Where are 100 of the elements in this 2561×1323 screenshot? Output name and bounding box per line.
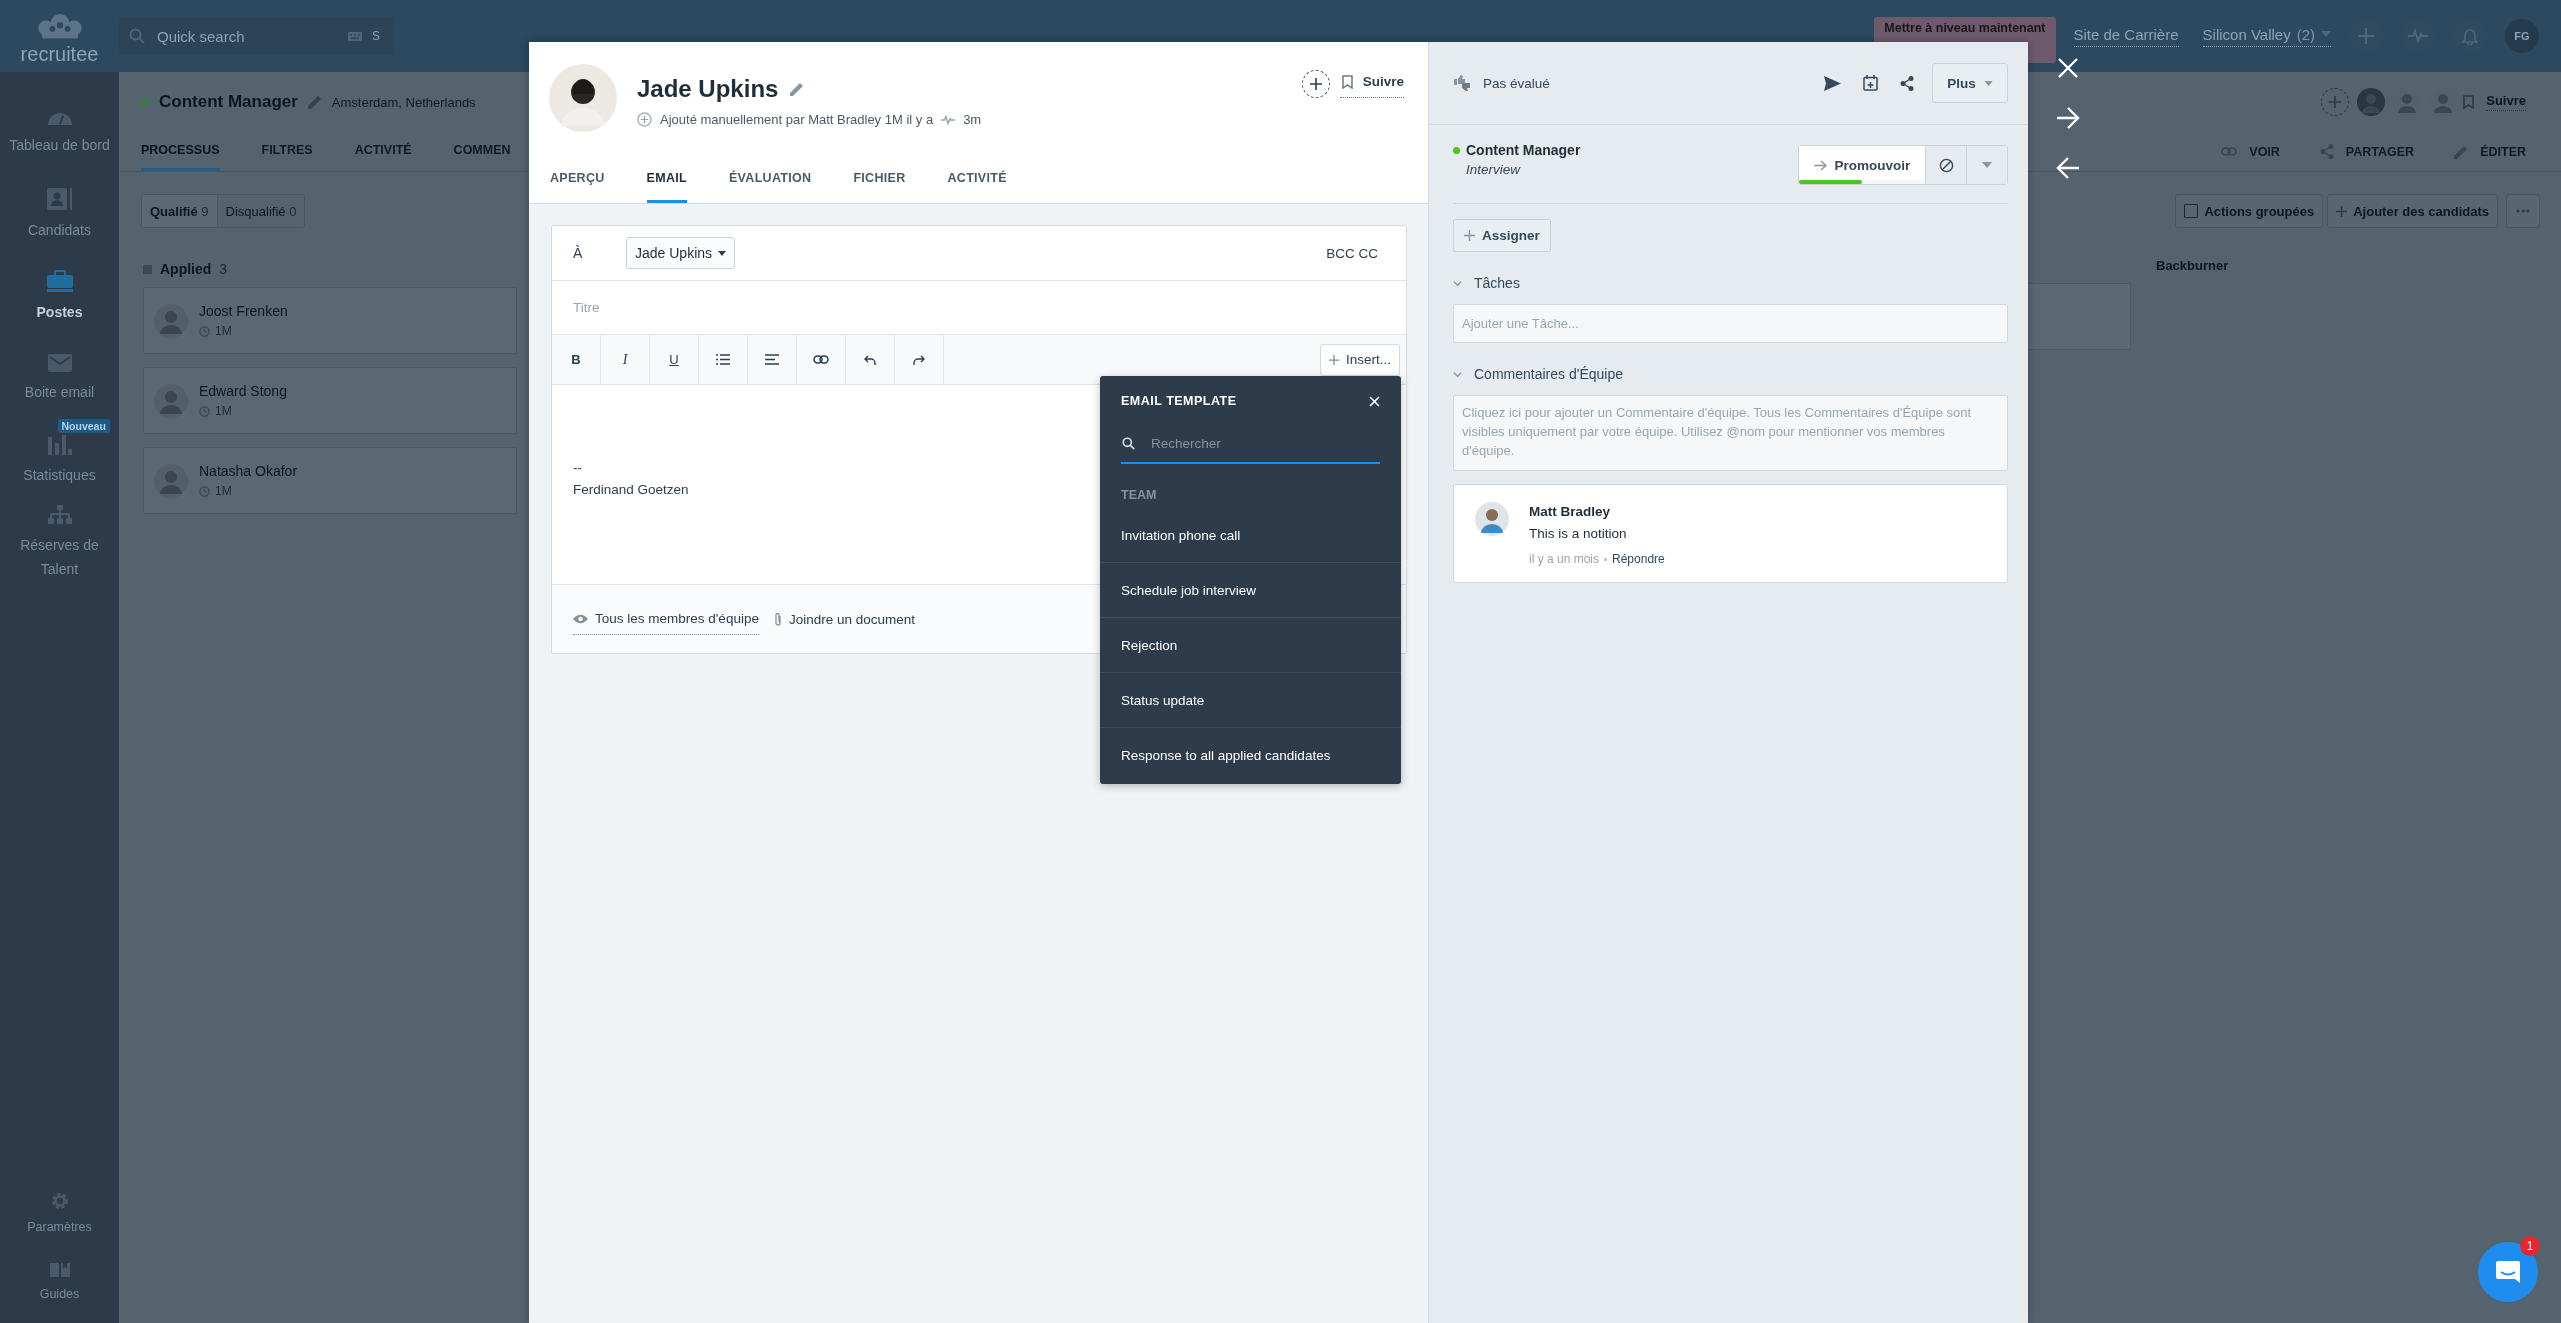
user-avatar[interactable]: FG [2505, 19, 2539, 53]
bcc-cc-link[interactable]: BCC CC [1326, 245, 1378, 261]
follow-link[interactable]: Suivre [1339, 70, 1404, 98]
task-field[interactable]: Ajouter une Tâche... [1453, 304, 2008, 343]
chevron-icon [1453, 369, 1462, 379]
plus-icon [2336, 205, 2348, 217]
stage-name: Applied [160, 261, 212, 277]
redo-icon [913, 354, 925, 365]
stage-color-square [143, 264, 152, 274]
menu-item[interactable]: Rejection [1100, 618, 1401, 673]
ban-icon [1938, 157, 1954, 173]
avatar [2357, 88, 2386, 116]
envelope-icon [47, 354, 72, 372]
plus-icon [1464, 230, 1475, 241]
more-dropdown[interactable]: Plus [1932, 63, 2008, 103]
send-icon[interactable] [1824, 75, 1841, 91]
bookmark-icon [2463, 95, 2475, 109]
menu-item[interactable]: Invitation phone call [1100, 508, 1401, 563]
paperclip-icon [773, 611, 782, 627]
promote-button[interactable]: Promouvoir [1799, 146, 1925, 184]
bell-icon [2462, 27, 2478, 45]
plus-icon [2329, 96, 2342, 108]
company-switcher[interactable]: Silicon Valley (2) [2202, 25, 2331, 47]
avatar [154, 383, 188, 418]
caret-icon [2321, 31, 2331, 37]
plus-circle-icon [637, 112, 652, 127]
chat-icon [2495, 1259, 2521, 1285]
more-icon [2516, 209, 2530, 213]
arrow-right-icon [1813, 159, 1827, 171]
format-button[interactable]: I [601, 335, 650, 384]
search-bar[interactable]: Rechercher [1121, 424, 1380, 464]
tab[interactable]: FICHIER [853, 155, 906, 203]
stage-name: Backburner [2156, 258, 2229, 274]
arrow-right-icon[interactable] [2056, 107, 2080, 129]
close-icon[interactable] [1369, 395, 1380, 407]
source-text: Ajouté manuellement par Matt Bradley 1M il y a [660, 112, 934, 127]
candidate-age: 1M [215, 484, 232, 498]
tab[interactable]: ACTIVITÉ [947, 155, 1007, 203]
format-button[interactable]: B [552, 335, 601, 384]
arrow-left-icon[interactable] [2056, 157, 2080, 179]
format-button[interactable]: U [650, 335, 699, 384]
clock-icon [199, 325, 210, 337]
checkbox[interactable] [2184, 204, 2199, 218]
caret-icon [1983, 80, 1993, 86]
attach-document-link[interactable]: Joindre un document [773, 611, 915, 627]
tab[interactable]: APERÇU [550, 155, 605, 203]
bar-chart-icon [47, 435, 72, 455]
caret-icon [1982, 162, 1992, 168]
reply-link[interactable]: Répondre [1612, 552, 1665, 566]
section-toggle[interactable]: Commentaires d'Équipe [1453, 366, 2008, 382]
assign-button[interactable]: Assigner [1453, 219, 1551, 252]
comment-field[interactable]: Cliquez ici pour ajouter un Commentaire d'équipe. Tous les Commentaires d'Équipe sont visibles uniquement par votre équipe. Utilisez @nom pour mentionner vos membres d'équipe. [1453, 395, 2008, 471]
candidate-name: Jade Upkins [637, 75, 779, 103]
avatar [154, 303, 188, 338]
career-site-link[interactable]: Site de Carrière [2073, 25, 2179, 47]
plus-icon [1329, 354, 1339, 365]
rating-status: Pas évalué [1483, 75, 1550, 91]
insert-button[interactable]: Insert... [1320, 343, 1400, 376]
job-title: Content Manager [1466, 142, 1581, 158]
search-field[interactable]: Quick search [155, 26, 338, 46]
menu-item[interactable]: Response to all applied candidates [1100, 728, 1401, 782]
book-icon [49, 1260, 70, 1277]
gear-icon [50, 1191, 69, 1210]
bookmark-icon [1341, 74, 1353, 89]
thumbs-icon [1453, 75, 1473, 91]
add-button[interactable] [1301, 70, 1330, 98]
tab[interactable]: EMAIL [646, 155, 687, 203]
avatar [154, 463, 188, 498]
status-dot [141, 98, 149, 106]
comment-time: il y a un mois [1529, 552, 1600, 566]
close-icon[interactable] [2057, 57, 2079, 79]
search-field[interactable]: Rechercher [1149, 434, 1380, 452]
menu-item[interactable]: Schedule job interview [1100, 563, 1401, 618]
menu-title: EMAIL TEMPLATE [1121, 394, 1237, 408]
chevron-icon [1453, 278, 1462, 288]
group-label: TEAM [1120, 487, 1158, 504]
recipient-dropdown[interactable]: Jade Upkins [626, 237, 736, 269]
visibility-selector[interactable]: Tous les membres d'équipe [573, 603, 759, 635]
search-bar[interactable]: Quick search S [119, 17, 394, 55]
sidebar-item[interactable]: Nouveau Statistiques [0, 420, 119, 502]
sidebar-item[interactable]: Postes [0, 256, 119, 338]
keyboard-icon [348, 31, 362, 41]
menu-item[interactable]: Status update [1100, 673, 1401, 728]
activity-time: 3m [963, 112, 982, 127]
tab[interactable]: ÉVALUATION [729, 155, 812, 203]
pencil-icon [2454, 144, 2469, 159]
clock-icon [199, 485, 210, 497]
calendar-plus-icon[interactable] [1863, 75, 1878, 91]
avatar [549, 64, 617, 132]
comment-text: This is a notition [1529, 526, 1628, 541]
comment-author: Matt Bradley [1529, 504, 1612, 519]
section-toggle[interactable]: Tâches [1453, 275, 2008, 291]
shortcut-key: S [372, 29, 380, 43]
org-chart-icon [47, 505, 72, 525]
share-icon[interactable] [1900, 75, 1914, 91]
search-icon [1122, 436, 1135, 450]
caret-icon [718, 250, 727, 256]
pulse-icon [2408, 29, 2428, 43]
link-icon [2221, 147, 2238, 156]
pencil-icon[interactable] [790, 82, 805, 96]
